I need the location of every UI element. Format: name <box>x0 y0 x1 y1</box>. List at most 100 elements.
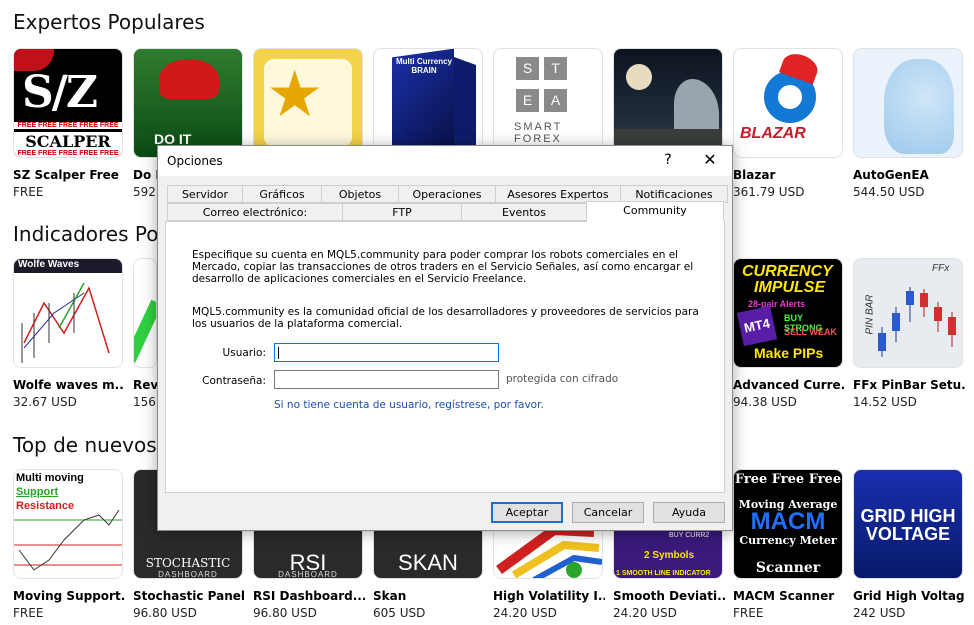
section-title-experts: Expertos Populares <box>13 10 205 34</box>
username-label: Usuario: <box>222 347 266 359</box>
product-price: FREE <box>13 185 44 199</box>
product-price: 592. <box>133 185 157 199</box>
tile-text: SKAN <box>398 550 458 575</box>
tile-free-text: FREE FREE FREE FREE FREE <box>14 122 122 129</box>
tile-text: Support <box>16 486 59 498</box>
product-tile-wolfe-waves[interactable]: Wolfe Waves <box>13 258 123 368</box>
product-price: 96.80 USD <box>133 606 197 620</box>
product-price: 605 USD <box>373 606 426 620</box>
product-price: FREE <box>733 606 764 620</box>
product-tile-smart-forex[interactable]: S T E A SMART FOREX <box>493 48 603 158</box>
product-name[interactable]: Blazar <box>733 168 845 182</box>
product-name[interactable]: Skan <box>373 589 485 603</box>
product-price: 94.38 USD <box>733 395 797 409</box>
product-tile-wolf-moon[interactable] <box>613 48 723 158</box>
product-tile-currency-impulse[interactable]: CURRENCY IMPULSE 28-pair Alerts MT4 BUY … <box>733 258 843 368</box>
tile-text: Multi moving <box>16 472 84 484</box>
product-name[interactable]: Reve <box>133 378 157 392</box>
product-name[interactable]: Grid High Voltage <box>853 589 965 603</box>
tile-text: MT4 <box>736 305 778 347</box>
product-price: 544.50 USD <box>853 185 925 199</box>
tab-community[interactable]: Community <box>586 201 724 222</box>
product-name[interactable]: Stochastic Panel <box>133 589 245 603</box>
product-tile-moving-support[interactable]: Multi moving Support Resistance <box>13 469 123 579</box>
product-price: 24.20 USD <box>493 606 557 620</box>
letter-block: A <box>544 89 567 112</box>
product-tile-blazar[interactable]: BLAZAR <box>733 48 843 158</box>
tab-objetos[interactable]: Objetos <box>321 185 399 203</box>
product-tile-star[interactable]: ★ <box>253 48 363 158</box>
product-name[interactable]: High Volatility I... <box>493 589 605 603</box>
username-field[interactable] <box>274 343 499 362</box>
product-name[interactable]: FFx PinBar Setu... <box>853 378 965 392</box>
register-link[interactable]: Si no tiene cuenta de usuario, regístres… <box>274 399 544 411</box>
text-caret <box>278 347 279 359</box>
product-tile-reversal[interactable] <box>133 258 157 368</box>
accept-button[interactable]: Aceptar <box>491 502 563 523</box>
tab-graficos[interactable]: Gráficos <box>242 185 322 203</box>
product-tile-sz-scalper[interactable]: S/Z FREE FREE FREE FREE FREE SCALPER FRE… <box>13 48 123 158</box>
tab-correo[interactable]: Correo electrónico: <box>167 203 343 221</box>
product-price: 24.20 USD <box>613 606 677 620</box>
product-price: 242 USD <box>853 606 906 620</box>
gift-bow-icon <box>159 59 219 99</box>
tile-text: Free Free Free <box>734 472 842 487</box>
product-name[interactable]: RSI Dashboard... <box>253 589 365 603</box>
tile-text: BUY CURR2 <box>669 532 710 539</box>
tab-eventos[interactable]: Eventos <box>461 203 587 221</box>
cancel-button[interactable]: Cancelar <box>572 502 644 523</box>
product-tile-do-it[interactable]: DO IT <box>133 48 243 158</box>
info-paragraph: MQL5.community es la comunidad oficial d… <box>192 306 699 330</box>
candlestick-chart-icon <box>878 287 956 357</box>
tile-text: STOCHASTIC <box>145 556 231 570</box>
tile-text: DASHBOARD <box>158 570 218 579</box>
product-name[interactable]: Do I <box>133 168 157 182</box>
tab-servidor[interactable]: Servidor <box>167 185 243 203</box>
section-title-top-new: Top de nuevos p <box>13 433 176 457</box>
tile-text: Currency Meter <box>739 534 837 547</box>
tile-text: 2 Symbols <box>644 550 695 561</box>
tile-scalper-text: SCALPER <box>14 132 122 151</box>
community-panel: Especifique su cuenta en MQL5.community … <box>165 221 725 493</box>
product-name[interactable]: Advanced Curre... <box>733 378 845 392</box>
password-field[interactable] <box>274 370 499 389</box>
arrow-icon <box>134 299 156 367</box>
product-price: 14.52 USD <box>853 395 917 409</box>
tile-text: FFx <box>932 263 950 274</box>
product-tile-ffx-pinbar[interactable]: FFx PIN BAR <box>853 258 963 368</box>
product-name[interactable]: MACM Scanner <box>733 589 845 603</box>
product-price: FREE <box>13 606 44 620</box>
close-icon[interactable]: ✕ <box>698 150 722 169</box>
product-name[interactable]: Moving Support... <box>13 589 125 603</box>
tile-text: SELL WEAK <box>784 327 837 337</box>
product-name[interactable]: Smooth Deviati... <box>613 589 725 603</box>
tile-text: IMPULSE <box>754 279 826 296</box>
letter-block: S <box>516 57 539 80</box>
tile-wolfe-text: Wolfe Waves <box>14 259 122 273</box>
dialog-title: Opciones <box>167 154 223 168</box>
tile-text: 1 SMOOTH LINE INDICATOR <box>616 570 711 577</box>
tile-brain-text: Multi Currency BRAIN <box>395 57 452 75</box>
tile-text: VOLTAGE <box>865 524 951 544</box>
letter-block: T <box>544 57 567 80</box>
moon-icon <box>626 64 652 90</box>
tile-text: Make PIPs <box>754 345 824 361</box>
dialog-titlebar[interactable]: Opciones ? ✕ <box>158 146 732 176</box>
product-tile-macm-scanner[interactable]: Free Free Free Moving Average MACM Curre… <box>733 469 843 579</box>
options-dialog: Opciones ? ✕ Servidor Gráficos Objetos O… <box>157 145 733 531</box>
product-name[interactable]: AutoGenEA <box>853 168 965 182</box>
product-name[interactable]: Wolfe waves m... <box>13 378 125 392</box>
product-tile-grid-high-voltage[interactable]: GRID HIGH VOLTAGE <box>853 469 963 579</box>
help-button[interactable]: Ayuda <box>653 502 725 523</box>
tile-text: DASHBOARD <box>278 570 338 579</box>
tab-operaciones[interactable]: Operaciones <box>398 185 496 203</box>
tile-free-text-bottom: FREE FREE FREE FREE FREE <box>14 150 122 157</box>
product-name[interactable]: SZ Scalper Free <box>13 168 125 182</box>
tile-smart-forex-text: SMART FOREX <box>514 121 563 145</box>
product-price: 96.80 USD <box>253 606 317 620</box>
product-tile-brain[interactable]: Multi Currency BRAIN <box>373 48 483 158</box>
tab-ftp[interactable]: FTP <box>342 203 462 221</box>
help-icon[interactable]: ? <box>658 152 678 168</box>
product-tile-autogenea[interactable] <box>853 48 963 158</box>
product-price: 361.79 USD <box>733 185 805 199</box>
